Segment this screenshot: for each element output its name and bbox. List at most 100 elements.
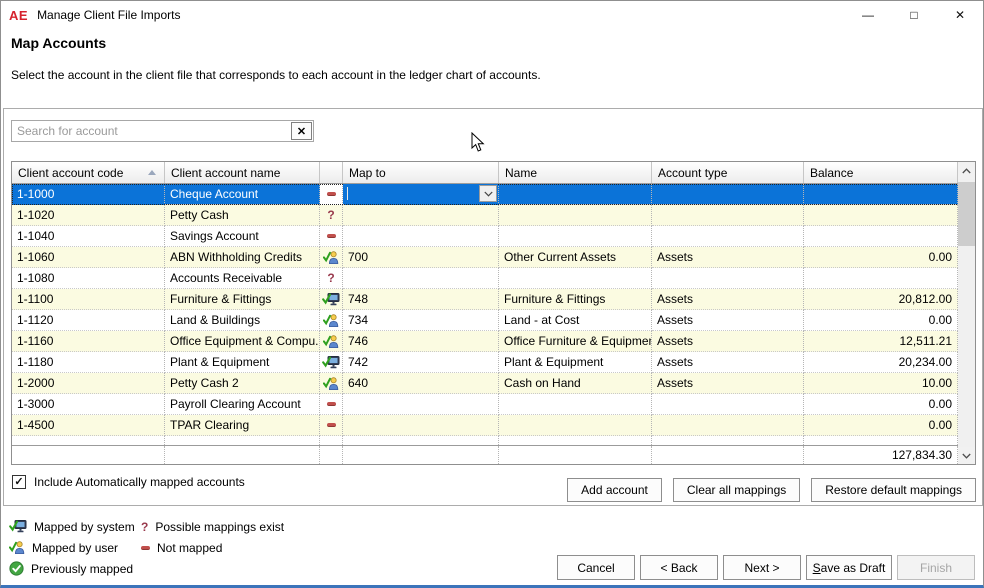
table-row-1-1180[interactable]: 1-1180Plant & Equipment742Plant & Equipm…	[12, 352, 975, 373]
table-row-1-2000[interactable]: 1-2000Petty Cash 2640Cash on HandAssets1…	[12, 373, 975, 394]
cell-map-to[interactable]: 640	[343, 373, 499, 394]
table-row-1-3000[interactable]: 1-3000Payroll Clearing Account0.00	[12, 394, 975, 415]
cell-status	[320, 331, 343, 352]
maximize-icon[interactable]: □	[891, 1, 937, 29]
table-row-1-1060[interactable]: 1-1060ABN Withholding Credits700Other Cu…	[12, 247, 975, 268]
legend-item-possible-mappings-exist: ?Possible mappings exist	[141, 516, 284, 537]
possible-mappings-icon: ?	[327, 205, 334, 225]
window-controls: — □ ✕	[845, 1, 983, 29]
clear-all-mappings-button[interactable]: Clear all mappings	[673, 478, 800, 502]
column-header-client-account-name[interactable]: Client account name	[165, 162, 320, 183]
column-header-label: Balance	[810, 166, 853, 180]
cell-balance: 20,812.00	[804, 289, 958, 310]
cell-map-to[interactable]: 748	[343, 289, 499, 310]
cell-balance	[804, 205, 958, 226]
text-cursor	[347, 187, 348, 200]
column-header-status[interactable]	[320, 162, 343, 183]
page-title: Map Accounts	[11, 35, 106, 51]
cell-balance	[804, 268, 958, 289]
cell-status	[320, 373, 343, 394]
scroll-up-icon[interactable]	[958, 162, 975, 179]
cell-client-account-name: Plant & Equipment	[165, 352, 320, 373]
cell-client-account-name: Accounts Receivable	[165, 268, 320, 289]
cell-map-to[interactable]: 700	[343, 247, 499, 268]
column-header-name[interactable]: Name	[499, 162, 652, 183]
cancel-button[interactable]: Cancel	[557, 555, 635, 580]
cell-account-type	[652, 268, 804, 289]
cell-map-to[interactable]	[343, 268, 499, 289]
legend-column: ?Possible mappings existNot mapped	[141, 516, 284, 579]
cell-balance: 0.00	[804, 247, 958, 268]
table-row-1-1020[interactable]: 1-1020Petty Cash?	[12, 205, 975, 226]
mapped-by-system-icon	[9, 520, 27, 533]
save-as-draft-button[interactable]: Save as Draft	[806, 555, 892, 580]
search-clear-icon[interactable]: ✕	[291, 122, 312, 140]
restore-default-mappings-button[interactable]: Restore default mappings	[811, 478, 976, 502]
scrollbar-thumb[interactable]	[958, 182, 975, 246]
cell-map-to[interactable]	[343, 184, 499, 205]
cell-account-type: Assets	[652, 331, 804, 352]
cell-status	[320, 352, 343, 373]
not-mapped-icon	[327, 423, 336, 427]
table-row-1-1160[interactable]: 1-1160Office Equipment & Compu..746Offic…	[12, 331, 975, 352]
cell-map-to[interactable]	[343, 415, 499, 436]
legend-label: Mapped by system	[34, 520, 135, 534]
cell-map-to[interactable]: 734	[343, 310, 499, 331]
total-cell	[652, 446, 804, 464]
cell-name: Cash on Hand	[499, 373, 652, 394]
cell-balance: 12,511.21	[804, 331, 958, 352]
legend-item-not-mapped: Not mapped	[141, 537, 284, 558]
cell-name: Plant & Equipment	[499, 352, 652, 373]
vertical-scrollbar[interactable]	[958, 162, 975, 464]
possible-mappings-icon: ?	[327, 268, 334, 288]
table-row-1-4500[interactable]: 1-4500TPAR Clearing0.00	[12, 415, 975, 436]
cell-client-account-code: 1-1000	[12, 184, 165, 205]
cell-map-to[interactable]	[343, 226, 499, 247]
table-row-1-1000[interactable]: 1-1000Cheque Account	[12, 184, 975, 205]
table-row-1-1040[interactable]: 1-1040Savings Account	[12, 226, 975, 247]
table-row-1-1080[interactable]: 1-1080Accounts Receivable?	[12, 268, 975, 289]
table-row-1-1100[interactable]: 1-1100Furniture & Fittings748Furniture &…	[12, 289, 975, 310]
combo-dropdown-icon[interactable]	[479, 185, 497, 202]
cell-client-account-name: Office Equipment & Compu..	[165, 331, 320, 352]
search-input[interactable]	[12, 121, 290, 141]
cell-map-to[interactable]: 746	[343, 331, 499, 352]
filler-cell	[804, 436, 958, 445]
column-header-client-account-code[interactable]: Client account code	[12, 162, 165, 183]
cell-client-account-code: 1-1180	[12, 352, 165, 373]
cell-name: Other Current Assets	[499, 247, 652, 268]
cell-map-to[interactable]	[343, 205, 499, 226]
cell-name	[499, 415, 652, 436]
column-header-map-to[interactable]: Map to	[343, 162, 499, 183]
filler-cell	[652, 436, 804, 445]
sort-ascending-icon	[148, 170, 156, 175]
cell-status	[320, 415, 343, 436]
mapped-by-system-icon	[322, 356, 340, 369]
cell-client-account-code: 1-1120	[12, 310, 165, 331]
cell-client-account-name: Payroll Clearing Account	[165, 394, 320, 415]
column-header-label: Map to	[349, 166, 386, 180]
include-auto-mapped-checkbox[interactable]: ✓ Include Automatically mapped accounts	[12, 475, 245, 489]
minimize-icon[interactable]: —	[845, 1, 891, 29]
cell-name	[499, 394, 652, 415]
column-header-balance[interactable]: Balance	[804, 162, 958, 183]
scroll-down-icon[interactable]	[958, 447, 975, 464]
next-button[interactable]: Next >	[723, 555, 801, 580]
column-header-account-type[interactable]: Account type	[652, 162, 804, 183]
close-icon[interactable]: ✕	[937, 1, 983, 29]
legend-label: Previously mapped	[31, 562, 133, 576]
cell-map-to[interactable]	[343, 394, 499, 415]
add-account-button[interactable]: Add account	[567, 478, 662, 502]
cell-account-type: Assets	[652, 310, 804, 331]
map-to-combobox[interactable]	[343, 184, 498, 204]
table-row-1-1120[interactable]: 1-1120Land & Buildings734Land - at CostA…	[12, 310, 975, 331]
total-cell	[320, 446, 343, 464]
cell-status	[320, 247, 343, 268]
back-button[interactable]: < Back	[640, 555, 718, 580]
cell-map-to[interactable]: 742	[343, 352, 499, 373]
cell-client-account-code: 1-1040	[12, 226, 165, 247]
cell-status	[320, 184, 343, 205]
grid-body: 1-1000Cheque Account1-1020Petty Cash?1-1…	[12, 184, 975, 445]
cell-status: ?	[320, 205, 343, 226]
cell-account-type: Assets	[652, 352, 804, 373]
